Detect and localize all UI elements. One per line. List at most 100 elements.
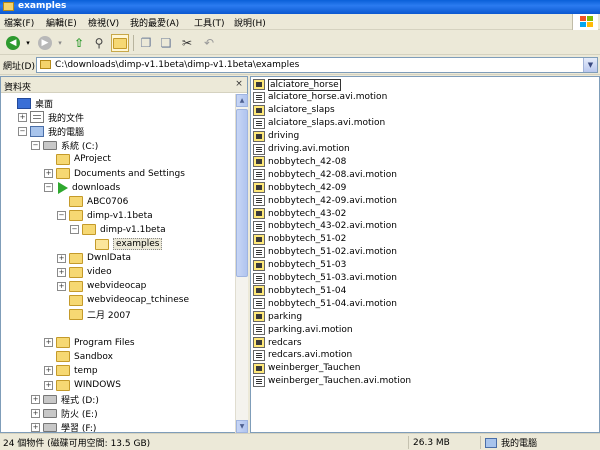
tree-item-label[interactable]: AProject (74, 154, 111, 164)
tree-item[interactable]: − 我的電腦 (18, 124, 84, 138)
file-item[interactable]: parking (253, 310, 302, 323)
menu-edit[interactable]: 編輯(E) (46, 16, 77, 29)
collapse-icon[interactable]: − (31, 140, 40, 150)
file-name[interactable]: nobbytech_51-02.avi.motion (268, 247, 397, 257)
tree-item[interactable]: + WINDOWS (44, 378, 121, 392)
back-dropdown-icon[interactable]: ▾ (23, 34, 33, 52)
tree-item[interactable]: + temp (44, 364, 98, 378)
file-name[interactable]: nobbytech_42-08.avi.motion (268, 170, 397, 180)
file-name[interactable]: nobbytech_51-03.avi.motion (268, 273, 397, 283)
file-item[interactable]: alciatore_horse.avi.motion (253, 91, 387, 104)
file-name[interactable]: nobbytech_42-08 (268, 157, 346, 167)
tree-item[interactable]: Sandbox (44, 350, 113, 364)
tree-item-label[interactable]: webvideocap_tchinese (87, 295, 189, 305)
file-name[interactable]: alciatore_horse (268, 78, 341, 91)
file-item[interactable]: driving (253, 130, 299, 143)
file-name[interactable]: nobbytech_51-04.avi.motion (268, 299, 397, 309)
file-item[interactable]: nobbytech_51-04.avi.motion (253, 297, 397, 310)
move-to-icon[interactable]: ❏ (157, 34, 175, 52)
file-name[interactable]: nobbytech_51-04 (268, 286, 346, 296)
menu-help[interactable]: 說明(H) (234, 16, 266, 29)
file-item[interactable]: alciatore_slaps.avi.motion (253, 117, 385, 130)
file-name[interactable]: weinberger_Tauchen.avi.motion (268, 376, 411, 386)
tree-item[interactable]: + 防火 (E:) (31, 406, 98, 420)
tree-item[interactable]: 二月 2007 (57, 308, 131, 322)
tree-item[interactable]: + 程式 (D:) (31, 392, 99, 406)
collapse-icon[interactable]: − (44, 183, 53, 193)
tree-item[interactable]: + DwnlData (57, 251, 131, 265)
file-name[interactable]: parking (268, 312, 302, 322)
tree-item-label[interactable]: downloads (72, 183, 120, 193)
tree-item-label[interactable]: video (87, 267, 112, 277)
tree-item-label[interactable]: DwnlData (87, 253, 131, 263)
tree-item-label[interactable]: Documents and Settings (74, 169, 185, 179)
close-icon[interactable]: × (233, 78, 245, 90)
vertical-scrollbar[interactable]: ▲ ▼ (235, 94, 248, 433)
tree-item-label[interactable]: WINDOWS (74, 380, 121, 390)
cut-icon[interactable]: ✂ (178, 34, 196, 52)
expand-icon[interactable]: + (31, 422, 40, 432)
scroll-thumb[interactable] (236, 109, 248, 277)
tree-item-label[interactable]: 我的電腦 (48, 125, 84, 138)
tree-item[interactable]: + video (57, 265, 112, 279)
forward-dropdown-icon[interactable]: ▾ (55, 34, 65, 52)
file-name[interactable]: nobbytech_42-09.avi.motion (268, 196, 397, 206)
expand-icon[interactable]: + (31, 394, 40, 404)
file-item[interactable]: nobbytech_42-08 (253, 155, 346, 168)
tree-item-label[interactable]: Sandbox (74, 352, 113, 362)
file-item[interactable]: driving.avi.motion (253, 143, 350, 156)
file-item[interactable]: nobbytech_51-03 (253, 259, 346, 272)
file-item[interactable]: parking.avi.motion (253, 323, 353, 336)
menu-view[interactable]: 檢視(V) (88, 16, 119, 29)
scroll-up-icon[interactable]: ▲ (236, 94, 248, 107)
expand-icon[interactable]: + (44, 366, 53, 376)
file-name[interactable]: nobbytech_51-03 (268, 260, 346, 270)
forward-arrow-icon[interactable]: ▶ (36, 34, 54, 52)
file-item[interactable]: nobbytech_42-09 (253, 181, 346, 194)
file-name[interactable]: nobbytech_43-02 (268, 209, 346, 219)
tree-item-label[interactable]: 防火 (E:) (61, 407, 98, 420)
file-item[interactable]: redcars (253, 336, 302, 349)
file-item[interactable]: nobbytech_51-02.avi.motion (253, 246, 397, 259)
tree-item-label[interactable]: 二月 2007 (87, 308, 131, 321)
file-name[interactable]: redcars.avi.motion (268, 350, 352, 360)
file-name[interactable]: alciatore_slaps (268, 105, 335, 115)
file-item[interactable]: nobbytech_42-08.avi.motion (253, 168, 397, 181)
tree-item[interactable]: + 學習 (F:) (31, 420, 96, 433)
tree-item[interactable]: − 系統 (C:) (31, 138, 98, 152)
tree-item-label[interactable]: 程式 (D:) (61, 393, 99, 406)
expand-icon[interactable]: + (31, 408, 40, 418)
file-item[interactable]: weinberger_Tauchen (253, 362, 360, 375)
expand-icon[interactable]: + (57, 267, 66, 277)
file-name[interactable]: driving (268, 131, 299, 141)
file-item[interactable]: alciatore_horse (253, 78, 341, 91)
expand-icon[interactable]: + (57, 253, 66, 263)
undo-icon[interactable]: ↶ (200, 34, 218, 52)
copy-to-icon[interactable]: ❐ (137, 34, 155, 52)
tree-item-label[interactable]: dimp-v1.1beta (87, 211, 153, 221)
scroll-down-icon[interactable]: ▼ (236, 420, 248, 433)
expand-icon[interactable]: + (44, 380, 53, 390)
file-item[interactable]: nobbytech_43-02.avi.motion (253, 220, 397, 233)
up-folder-icon[interactable]: ⇧ (70, 34, 88, 52)
collapse-icon[interactable]: − (57, 211, 66, 221)
folders-icon[interactable] (111, 34, 129, 52)
search-icon[interactable]: ⚲ (90, 34, 108, 52)
file-name[interactable]: nobbytech_43-02.avi.motion (268, 221, 397, 231)
file-item[interactable]: nobbytech_43-02 (253, 207, 346, 220)
tree-item[interactable]: ABC0706 (57, 195, 128, 209)
collapse-icon[interactable]: − (18, 126, 27, 136)
collapse-icon[interactable]: − (70, 225, 79, 235)
tree-item[interactable]: + 我的文件 (18, 110, 84, 124)
tree-item[interactable]: webvideocap_tchinese (57, 293, 189, 307)
tree-item[interactable]: + webvideocap (57, 279, 146, 293)
tree-item[interactable]: − dimp-v1.1beta (57, 209, 153, 223)
tree-item[interactable]: + Program Files (44, 336, 135, 350)
file-name[interactable]: driving.avi.motion (268, 144, 350, 154)
file-name[interactable]: alciatore_horse.avi.motion (268, 92, 387, 102)
tree-item[interactable]: + Documents and Settings (44, 167, 185, 181)
tree-item-label[interactable]: 桌面 (35, 97, 53, 110)
tree-item-label[interactable]: webvideocap (87, 281, 146, 291)
file-item[interactable]: nobbytech_51-03.avi.motion (253, 272, 397, 285)
file-item[interactable]: nobbytech_51-02 (253, 233, 346, 246)
